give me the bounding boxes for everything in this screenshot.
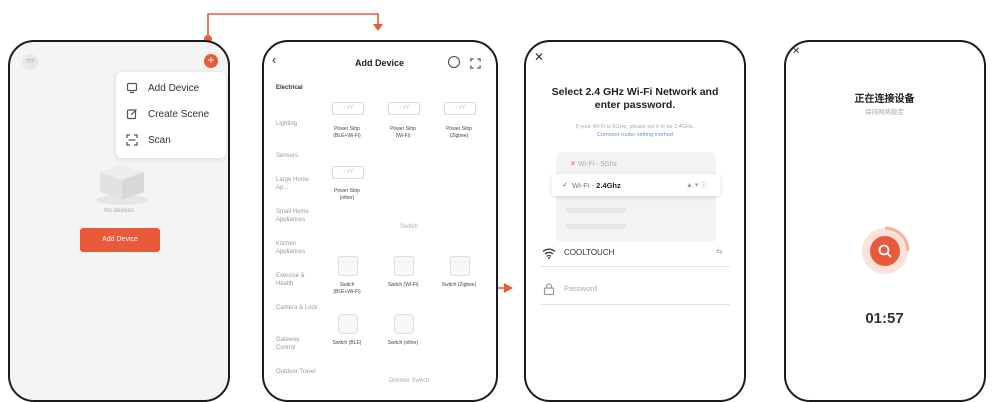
category-gateway[interactable]: Gateway Control	[276, 336, 320, 352]
switch-tile[interactable]	[394, 256, 414, 276]
avatar[interactable]: ???	[22, 54, 38, 70]
phone-wifi-setup: ✕ Select 2.4 GHz Wi-Fi Network and enter…	[524, 40, 746, 402]
progress-ring	[862, 226, 910, 274]
empty-text: No devices	[104, 208, 134, 214]
category-outdoor[interactable]: Outdoor Travel	[276, 368, 320, 376]
connecting-subtitle: 保持网络稳定	[865, 109, 904, 116]
wifi-5g-row[interactable]: ✕ Wi-Fi - 5Ghz	[570, 160, 617, 168]
check-icon: ✓	[562, 180, 569, 189]
close-icon[interactable]: ✕	[792, 46, 800, 57]
scan-icon[interactable]	[470, 56, 481, 74]
ssid-field[interactable]: COOLTOUCH	[564, 248, 614, 257]
add-menu: Add Device Create Scene Scan	[116, 72, 226, 158]
arrowhead-mid	[504, 283, 513, 293]
section-switch: Switch	[400, 224, 418, 230]
switch-tile[interactable]	[338, 314, 358, 334]
edit-scene-icon	[126, 108, 138, 120]
category-exercise[interactable]: Exercise & Health	[276, 272, 320, 288]
menu-item-add-device[interactable]: Add Device	[116, 76, 226, 102]
category-lighting[interactable]: Lighting	[276, 120, 320, 128]
menu-item-label: Scan	[148, 135, 171, 146]
switch-tile[interactable]	[450, 256, 470, 276]
category-small-home[interactable]: Small Home Appliances	[276, 208, 320, 224]
section-dimmer: Dimmer Switch	[388, 378, 430, 384]
power-strip-tile[interactable]: ~ YY	[388, 102, 420, 115]
menu-item-label: Create Scene	[148, 109, 210, 120]
arrowhead-top	[373, 24, 383, 31]
password-field[interactable]: Password	[564, 284, 597, 293]
page-title: Select 2.4 GHz Wi-Fi Network and enter p…	[551, 86, 719, 111]
device-label: Switch (Wi-Fi)	[387, 282, 419, 288]
placeholder-row	[566, 208, 626, 213]
wifi-status-icons: ▲ ▾ ⓘ	[686, 182, 708, 189]
close-icon[interactable]: ✕	[534, 50, 544, 64]
device-label: Switch (BLE+Wi-Fi)	[333, 282, 361, 295]
device-label: Power Strip (Wi-Fi)	[390, 126, 416, 139]
wifi-24g-row[interactable]: ✓ Wi-Fi - 2.4Ghz ▲ ▾ ⓘ	[552, 174, 720, 196]
category-sensors[interactable]: Sensors	[276, 152, 320, 160]
menu-item-scan[interactable]: Scan	[116, 128, 226, 154]
phone-home-screen: ??? + Add Device Create Scene Scan No de…	[8, 40, 230, 402]
add-device-button[interactable]: Add Device	[80, 228, 160, 252]
power-strip-tile[interactable]: ~ YY	[332, 166, 364, 179]
help-icon[interactable]	[448, 56, 460, 68]
x-icon: ✕	[570, 161, 576, 168]
device-label: Switch (Zigbee)	[441, 282, 477, 288]
device-label: Power Strip (other)	[334, 188, 360, 201]
device-label: Power Strip (BLE+Wi-Fi)	[333, 126, 361, 139]
wifi-icon	[542, 246, 556, 264]
device-label: Switch (BLE)	[332, 340, 362, 346]
device-label: Switch (other)	[387, 340, 419, 346]
power-strip-tile[interactable]: ~ YY	[444, 102, 476, 115]
menu-item-label: Add Device	[148, 83, 200, 94]
wifi-band: 2.4Ghz	[596, 181, 621, 190]
router-method-link[interactable]: Common router setting method	[536, 132, 734, 138]
device-label: Power Strip (Zigbee)	[446, 126, 472, 139]
placeholder-row	[566, 224, 626, 229]
switch-tile[interactable]	[394, 314, 414, 334]
phone-connecting: ✕ 正在连接设备 保持网络稳定 01:57	[784, 40, 986, 402]
category-camera[interactable]: Camera & Lock	[276, 304, 320, 312]
category-large-home[interactable]: Large Home Ap...	[276, 176, 320, 192]
phone-add-device: ‹ Add Device Electrical Lighting Sensors…	[262, 40, 498, 402]
connecting-title: 正在连接设备	[854, 94, 915, 105]
add-plus-button[interactable]: +	[204, 54, 218, 68]
page-title: Add Device	[354, 58, 405, 68]
divider	[540, 266, 730, 267]
category-kitchen[interactable]: Kitchen Appliances	[276, 240, 320, 256]
category-electrical[interactable]: Electrical	[276, 84, 320, 92]
arrow-top	[207, 13, 379, 39]
wifi-prefix: Wi-Fi -	[572, 181, 597, 190]
countdown-timer: 01:57	[865, 310, 904, 327]
switch-tile[interactable]	[338, 256, 358, 276]
scan-icon	[126, 134, 138, 146]
menu-item-create-scene[interactable]: Create Scene	[116, 102, 226, 128]
lock-icon	[543, 282, 555, 300]
divider	[540, 304, 730, 305]
add-device-icon	[126, 82, 138, 94]
empty-box-illustration	[96, 164, 148, 205]
wifi-5g-label: Wi-Fi - 5Ghz	[577, 161, 618, 168]
power-strip-tile[interactable]: ~ YY	[332, 102, 364, 115]
swap-icon[interactable]: ⇆	[716, 247, 723, 256]
hint-text: If your Wi-Fi is 5GHz, please set it to …	[575, 124, 695, 130]
